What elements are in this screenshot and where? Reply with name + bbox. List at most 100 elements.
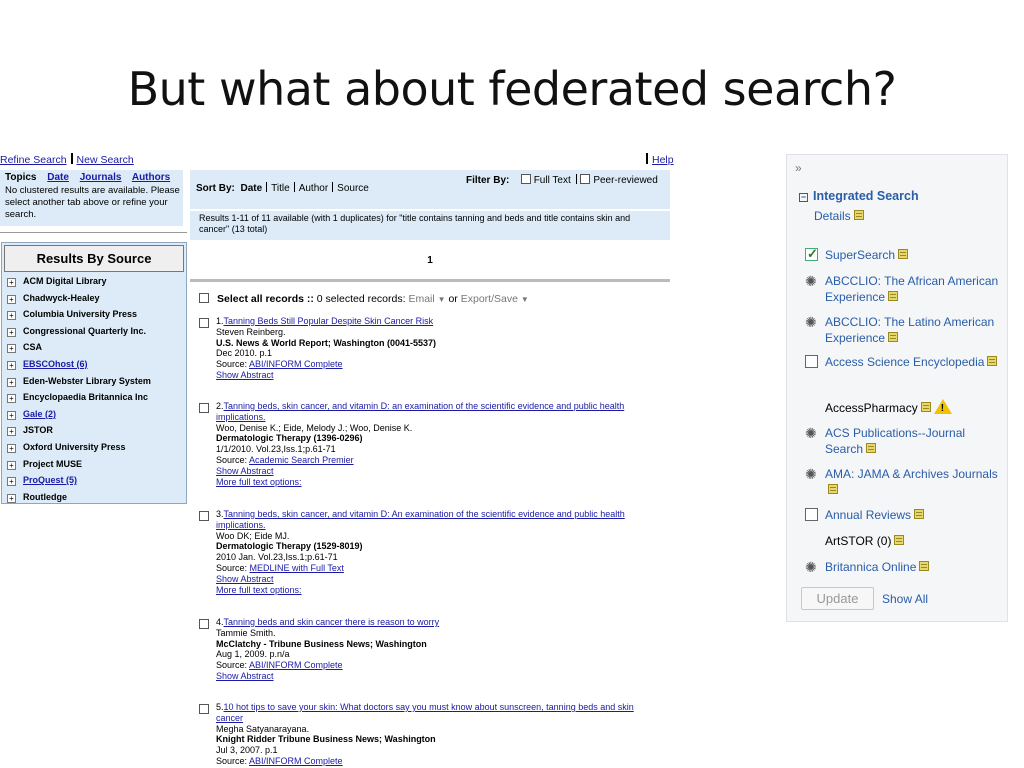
record-checkbox[interactable] bbox=[199, 403, 209, 413]
expand-plus-icon[interactable]: + bbox=[7, 360, 16, 370]
source-item[interactable]: + CSA bbox=[7, 342, 186, 359]
checked-checkbox[interactable] bbox=[805, 246, 818, 262]
help-link[interactable]: Help bbox=[652, 154, 674, 166]
source-label[interactable]: ProQuest (5) bbox=[23, 475, 77, 485]
database-checkbox[interactable] bbox=[805, 355, 818, 368]
warning-icon[interactable] bbox=[933, 399, 952, 417]
database-link[interactable]: ABI/INFORM Complete bbox=[249, 359, 343, 369]
note-icon[interactable] bbox=[853, 210, 864, 220]
source-item[interactable]: + Chadwyck-Healey bbox=[7, 293, 186, 310]
note-icon[interactable] bbox=[866, 443, 877, 453]
database-label[interactable]: ACS Publications--Journal Search bbox=[825, 426, 965, 456]
tab-authors[interactable]: Authors bbox=[132, 172, 170, 183]
export-dropdown[interactable]: Export/Save ▼ bbox=[461, 293, 529, 305]
sort-option-title[interactable]: Title bbox=[271, 183, 290, 194]
source-item[interactable]: + Project MUSE bbox=[7, 459, 186, 476]
select-all-checkbox[interactable] bbox=[199, 293, 209, 303]
details-link[interactable]: Details bbox=[814, 209, 851, 223]
expand-plus-icon[interactable]: + bbox=[7, 410, 16, 420]
database-label[interactable]: AMA: JAMA & Archives Journals bbox=[825, 467, 998, 481]
show-abstract-link[interactable]: Show Abstract bbox=[216, 466, 659, 477]
note-icon[interactable] bbox=[888, 291, 899, 301]
show-abstract-link[interactable]: Show Abstract bbox=[216, 671, 659, 682]
database-link[interactable]: Academic Search Premier bbox=[249, 455, 354, 465]
show-abstract-link[interactable]: Show Abstract bbox=[216, 370, 659, 381]
expand-plus-icon[interactable]: + bbox=[7, 460, 16, 470]
source-item[interactable]: + Eden-Webster Library System bbox=[7, 376, 186, 393]
source-item[interactable]: + Congressional Quarterly Inc. bbox=[7, 326, 186, 343]
expand-plus-icon[interactable]: + bbox=[7, 427, 16, 437]
record-checkbox[interactable] bbox=[199, 619, 209, 629]
expand-plus-icon[interactable]: + bbox=[7, 327, 16, 337]
source-item[interactable]: + Encyclopaedia Britannica Inc bbox=[7, 392, 186, 409]
source-item[interactable]: + ProQuest (5) bbox=[7, 475, 186, 492]
database-label[interactable]: Access Science Encyclopedia bbox=[825, 355, 984, 369]
source-item[interactable]: + EBSCOhost (6) bbox=[7, 359, 186, 376]
expand-plus-icon[interactable]: + bbox=[7, 294, 16, 304]
full-text-checkbox[interactable] bbox=[520, 174, 531, 184]
database-label[interactable]: ABCCLIO: The African American Experience bbox=[825, 274, 998, 304]
sort-option-source[interactable]: Source bbox=[337, 183, 369, 194]
email-dropdown[interactable]: Email ▼ bbox=[408, 293, 445, 305]
record-publication: Dermatologic Therapy (1396-0296) bbox=[216, 433, 363, 444]
record-checkbox[interactable] bbox=[199, 318, 209, 328]
integrated-search-title: Integrated Search bbox=[813, 189, 919, 203]
full-text-options-link[interactable]: More full text options: bbox=[216, 477, 659, 488]
database-link[interactable]: MEDLINE with Full Text bbox=[250, 563, 344, 573]
note-icon[interactable] bbox=[828, 484, 838, 494]
show-abstract-link[interactable]: Show Abstract bbox=[216, 574, 659, 585]
full-text-options-link[interactable]: More full text options: bbox=[216, 585, 659, 596]
record-checkbox[interactable] bbox=[199, 704, 209, 714]
integrated-search-heading[interactable]: − Integrated Search bbox=[799, 189, 919, 203]
expand-plus-icon[interactable]: + bbox=[7, 311, 16, 321]
collapse-icon[interactable]: » bbox=[795, 161, 802, 175]
source-item[interactable]: + ACM Digital Library bbox=[7, 276, 186, 293]
expand-plus-icon[interactable]: + bbox=[7, 493, 16, 503]
refine-search-link[interactable]: Refine Search bbox=[0, 154, 67, 166]
database-label[interactable]: SuperSearch bbox=[825, 248, 895, 262]
expand-plus-icon[interactable]: + bbox=[7, 377, 16, 387]
sort-option-author[interactable]: Author bbox=[299, 183, 328, 194]
expand-plus-icon[interactable]: + bbox=[7, 394, 16, 404]
note-icon[interactable] bbox=[919, 561, 930, 571]
source-label[interactable]: Gale (2) bbox=[23, 409, 56, 419]
note-icon[interactable] bbox=[914, 509, 925, 519]
show-all-link[interactable]: Show All bbox=[882, 592, 928, 606]
note-icon[interactable] bbox=[888, 332, 899, 342]
expand-plus-icon[interactable]: + bbox=[7, 443, 16, 453]
database-link[interactable]: ABI/INFORM Complete bbox=[249, 756, 343, 766]
record-checkbox[interactable] bbox=[199, 511, 209, 521]
record-title-link[interactable]: Tanning beds, skin cancer, and vitamin D… bbox=[216, 401, 624, 422]
minus-box-icon[interactable]: − bbox=[799, 193, 808, 202]
database-label[interactable]: ABCCLIO: The Latino American Experience bbox=[825, 315, 994, 345]
source-item[interactable]: + Oxford University Press bbox=[7, 442, 186, 459]
database-label[interactable]: Britannica Online bbox=[825, 560, 916, 574]
update-button[interactable]: Update bbox=[801, 587, 874, 610]
source-item[interactable]: + JSTOR bbox=[7, 425, 186, 442]
peer-reviewed-checkbox[interactable] bbox=[580, 174, 591, 184]
new-search-link[interactable]: New Search bbox=[77, 154, 134, 166]
tab-date[interactable]: Date bbox=[47, 172, 69, 183]
source-item[interactable]: + Routledge bbox=[7, 492, 186, 509]
expand-plus-icon[interactable]: + bbox=[7, 477, 16, 487]
expand-plus-icon[interactable]: + bbox=[7, 278, 16, 287]
source-item[interactable]: + Columbia University Press bbox=[7, 309, 186, 326]
record-title-link[interactable]: Tanning beds and skin cancer there is re… bbox=[224, 617, 440, 627]
record-title-link[interactable]: Tanning beds, skin cancer, and vitamin D… bbox=[216, 509, 625, 530]
note-icon[interactable] bbox=[920, 402, 931, 412]
sort-option-date[interactable]: Date bbox=[240, 183, 262, 194]
page-number[interactable]: 1 bbox=[190, 255, 670, 266]
record-title-link[interactable]: 10 hot tips to save your skin: What doct… bbox=[216, 702, 634, 723]
tab-journals[interactable]: Journals bbox=[80, 172, 122, 183]
note-icon[interactable] bbox=[894, 535, 905, 545]
database-link[interactable]: ABI/INFORM Complete bbox=[249, 660, 343, 670]
tab-topics[interactable]: Topics bbox=[5, 172, 36, 183]
record-title-link[interactable]: Tanning Beds Still Popular Despite Skin … bbox=[224, 316, 434, 326]
database-label[interactable]: Annual Reviews bbox=[825, 508, 911, 522]
source-item[interactable]: + Gale (2) bbox=[7, 409, 186, 426]
source-label[interactable]: EBSCOhost (6) bbox=[23, 359, 88, 369]
note-icon[interactable] bbox=[987, 356, 998, 366]
note-icon[interactable] bbox=[898, 249, 909, 259]
expand-plus-icon[interactable]: + bbox=[7, 344, 16, 354]
database-checkbox[interactable] bbox=[805, 508, 818, 521]
